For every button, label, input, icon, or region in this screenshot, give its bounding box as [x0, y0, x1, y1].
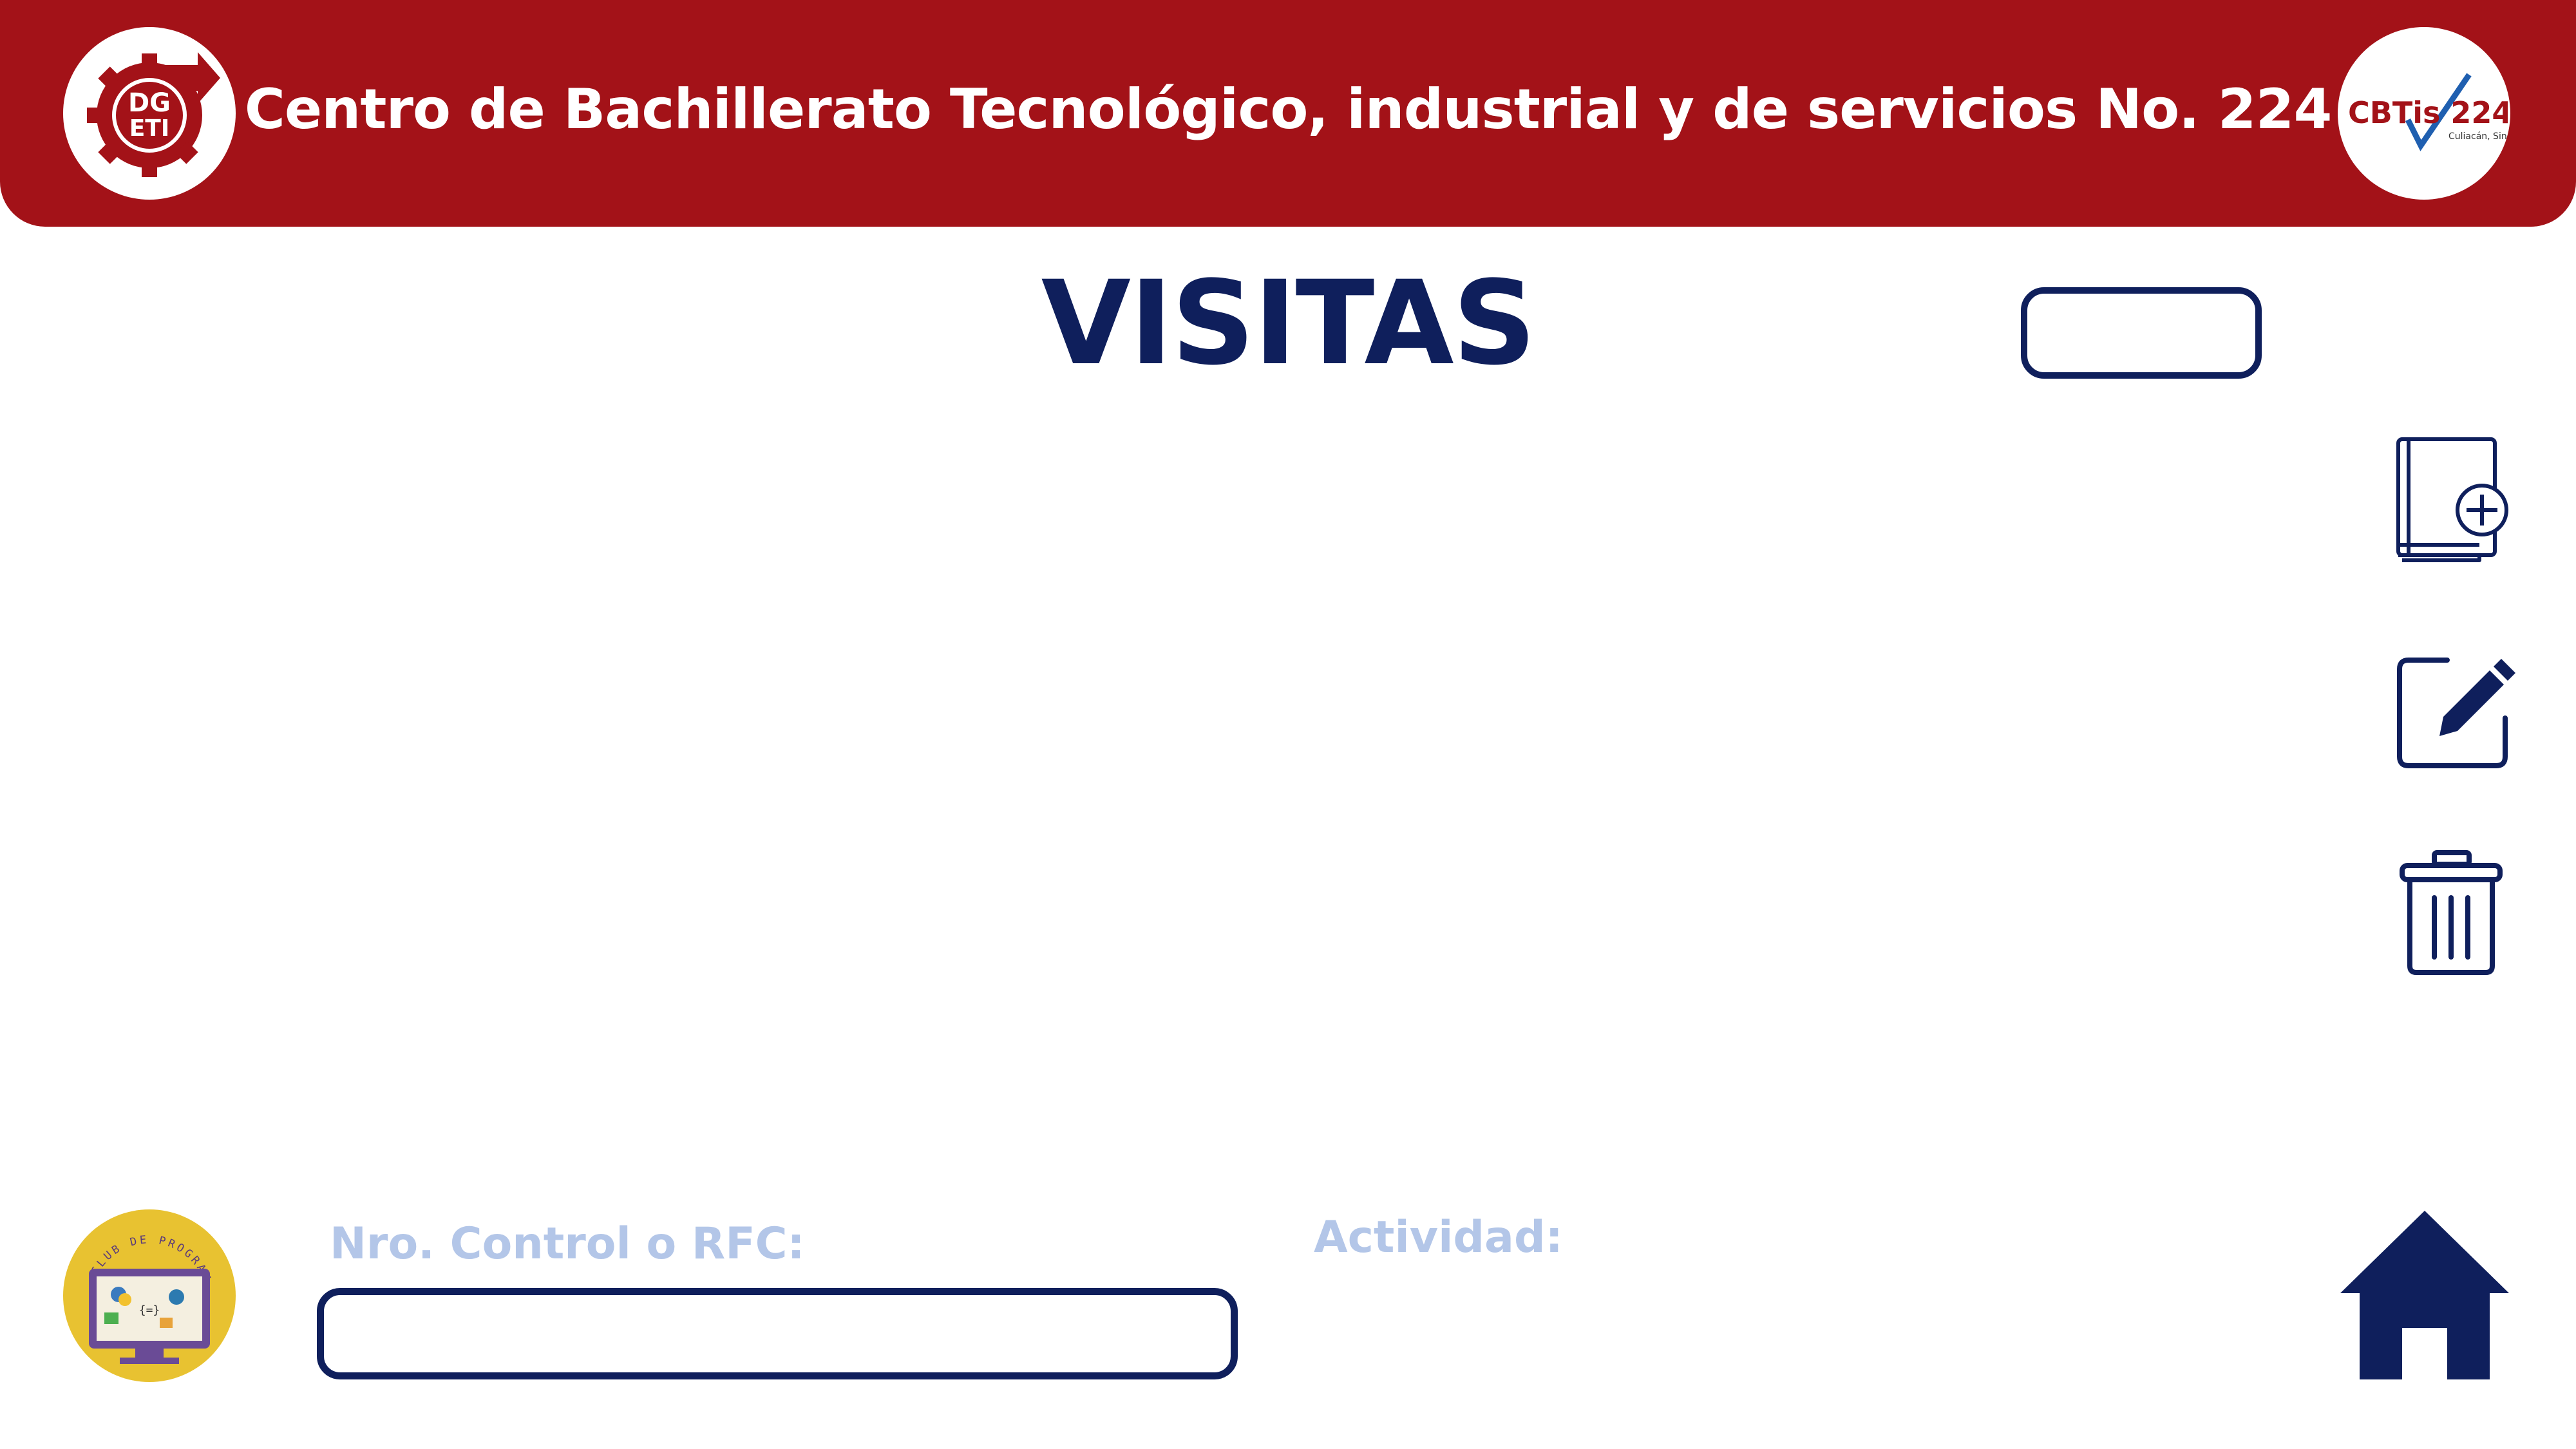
- club-programacion-logo: CLUB DE PROGRAMACIÓN {=}: [63, 1209, 236, 1382]
- club-programacion-logo-icon: CLUB DE PROGRAMACIÓN {=}: [63, 1209, 211, 1364]
- page-title: VISITAS: [1041, 256, 1537, 391]
- cbtis-224-logo-icon: CBTis 224 Culiacán, Sin.: [2348, 73, 2508, 151]
- pencil-square-icon: [2397, 658, 2515, 768]
- dgeti-logo-text-top: DG: [128, 88, 171, 118]
- edit-record-button[interactable]: [2376, 634, 2524, 782]
- dgeti-gear-logo-icon: DG ETI: [87, 52, 220, 177]
- header-bar: DG ETI Centro de Bachillerato Tecnológic…: [0, 0, 2576, 227]
- search-field[interactable]: [2021, 287, 2262, 379]
- cbtis-logo: CBTis 224 Culiacán, Sin.: [2338, 27, 2510, 200]
- dgeti-logo-text-bottom: ETI: [129, 115, 170, 142]
- svg-text:{=}: {=}: [139, 1303, 160, 1317]
- trash-icon: [2400, 850, 2503, 975]
- home-icon: [2340, 1211, 2509, 1379]
- header-title: Centro de Bachillerato Tecnológico, indu…: [244, 77, 2333, 142]
- home-button[interactable]: [2338, 1206, 2512, 1379]
- delete-record-button[interactable]: [2376, 837, 2524, 985]
- control-number-input[interactable]: [317, 1288, 1238, 1379]
- add-record-button[interactable]: [2376, 425, 2524, 573]
- visitas-screen: DG ETI Centro de Bachillerato Tecnológic…: [0, 0, 2576, 1449]
- cbtis-logo-text: CBTis 224: [2348, 95, 2508, 130]
- control-number-label: Nro. Control o RFC:: [330, 1218, 805, 1269]
- book-plus-icon: [2396, 437, 2508, 562]
- activity-label: Actividad:: [1314, 1212, 1563, 1263]
- dgeti-logo: DG ETI: [63, 27, 236, 200]
- cbtis-logo-subtext: Culiacán, Sin.: [2448, 131, 2508, 142]
